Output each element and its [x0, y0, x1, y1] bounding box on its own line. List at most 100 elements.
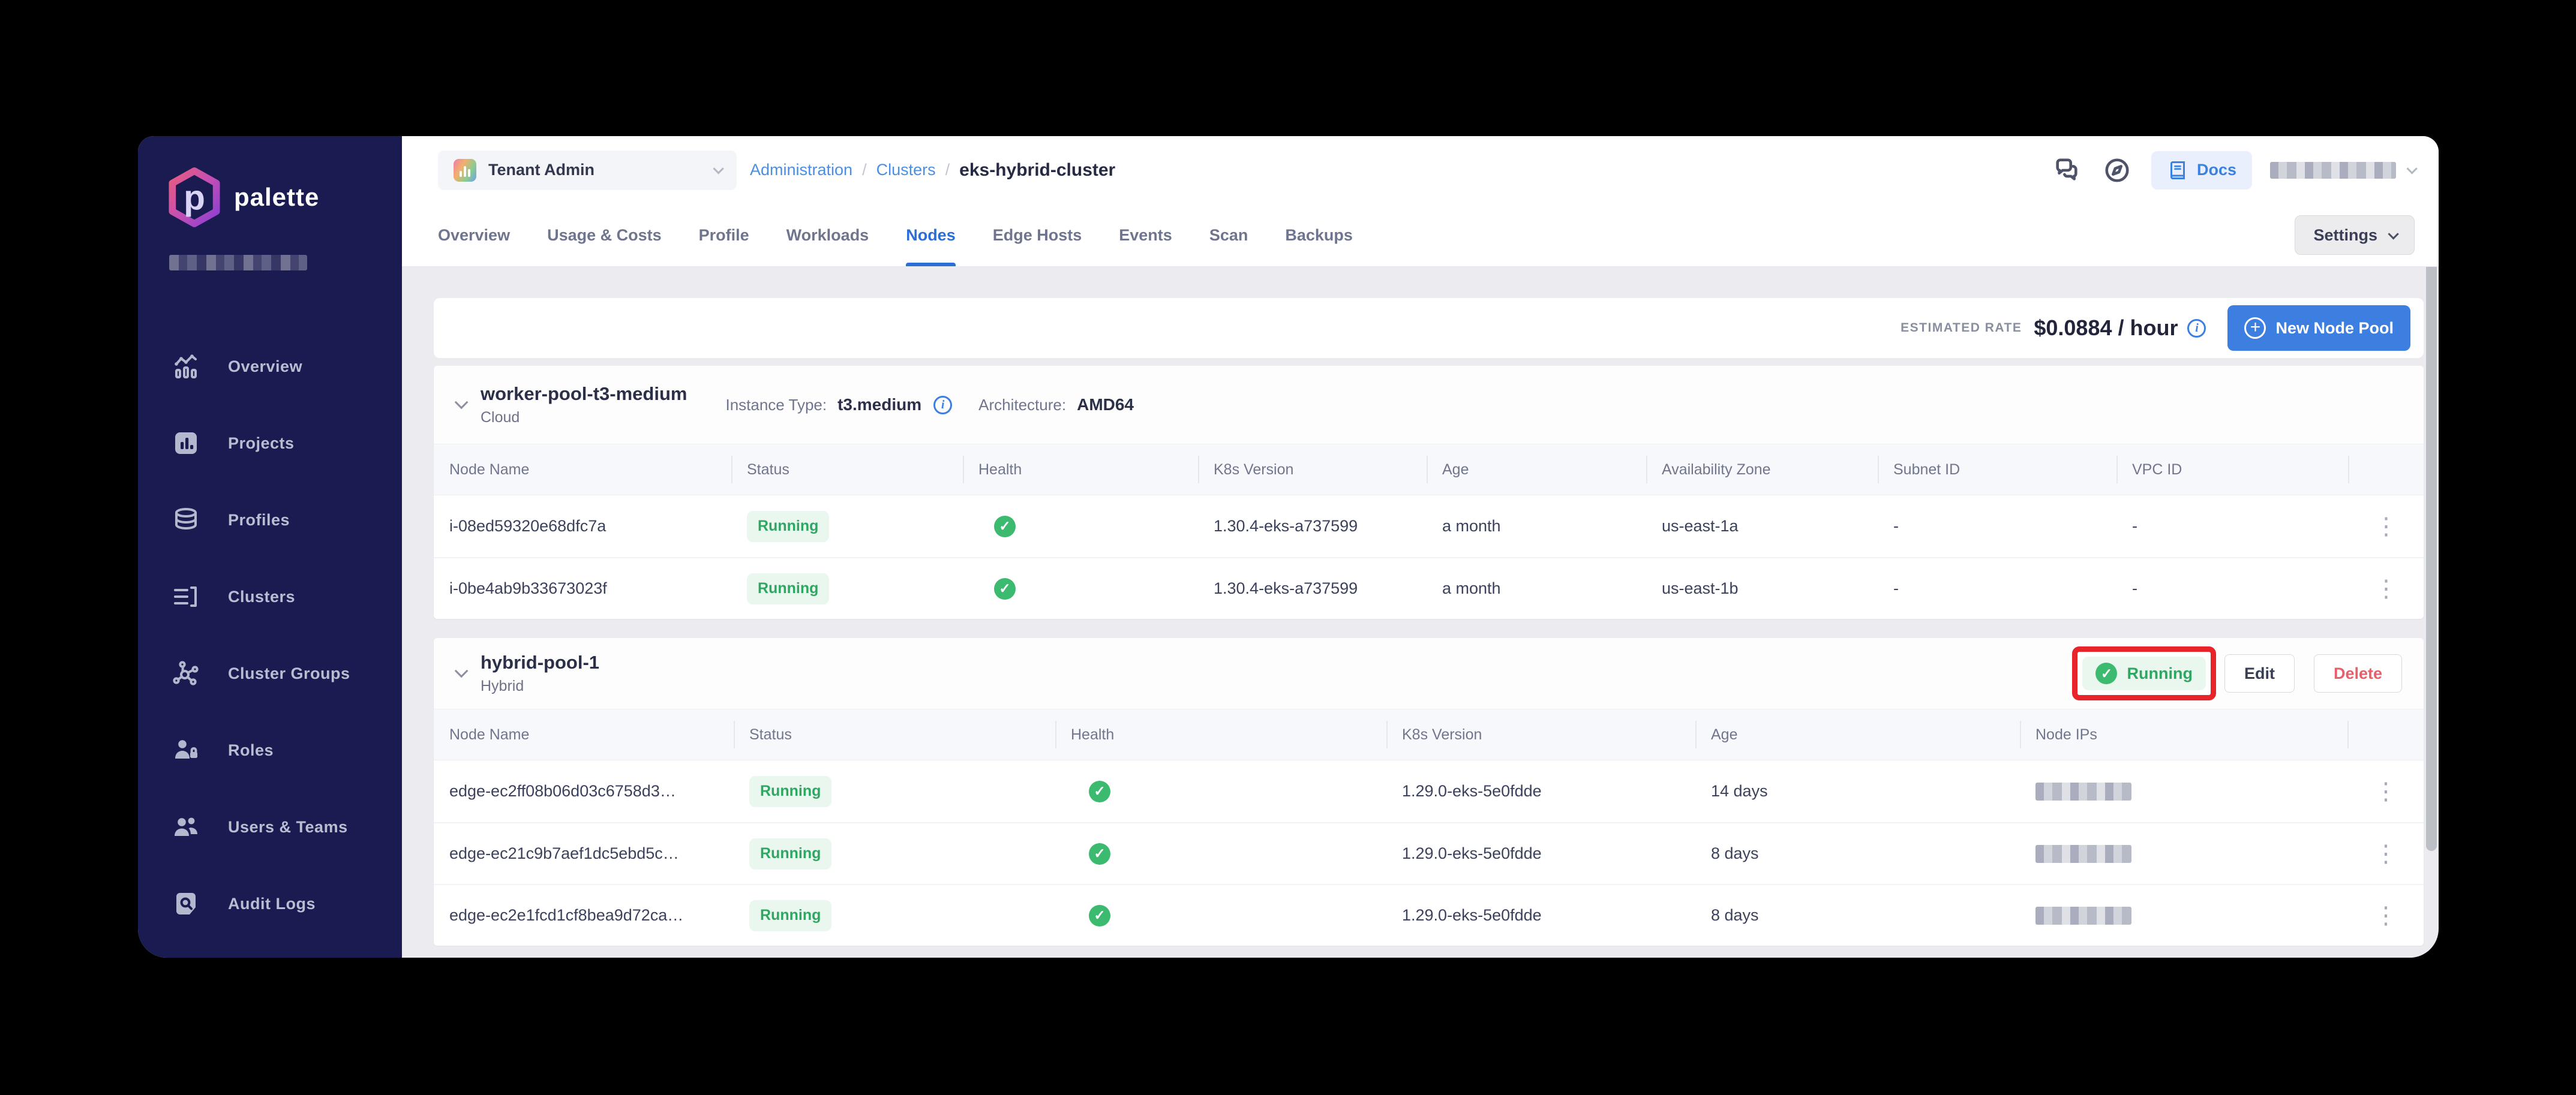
sidebar-item-label: Overview [228, 357, 302, 376]
sidebar-item-users-teams[interactable]: Users & Teams [138, 789, 402, 865]
user-lock-icon [172, 736, 200, 765]
chevron-down-icon [2388, 228, 2398, 239]
sidebar-nav: Overview Projects Profiles Clusters [138, 328, 402, 958]
table-header-row: Node Name Status Health K8s Version Age … [434, 709, 2424, 760]
settings-button[interactable]: Settings [2295, 215, 2415, 255]
age: 14 days [1711, 782, 1768, 801]
sidebar-item-roles[interactable]: Roles [138, 712, 402, 789]
tab-usage-costs[interactable]: Usage & Costs [547, 204, 662, 266]
sidebar-item-label: Users & Teams [228, 818, 348, 837]
row-menu-kebab-icon[interactable] [2347, 885, 2424, 946]
tab-workloads[interactable]: Workloads [786, 204, 869, 266]
tab-edge-hosts[interactable]: Edge Hosts [993, 204, 1082, 266]
line-chart-icon [172, 352, 200, 381]
table-header-row: Node Name Status Health K8s Version Age … [434, 444, 2424, 495]
table-row: i-0be4ab9b33673023f Running 1.30.4-eks-a… [434, 557, 2424, 619]
topbar-right: Docs [2050, 151, 2415, 189]
column-header: Health [963, 444, 1198, 495]
chevron-down-icon [2406, 163, 2417, 174]
column-header-actions [2347, 709, 2424, 760]
sidebar-item-tenant-settings[interactable]: Tenant Settings [138, 942, 402, 958]
sidebar-item-overview[interactable]: Overview [138, 328, 402, 405]
new-node-pool-button[interactable]: + New Node Pool [2227, 305, 2410, 351]
sidebar-item-clusters[interactable]: Clusters [138, 558, 402, 635]
pool-header: hybrid-pool-1 Hybrid Running Edit Delete [434, 638, 2424, 709]
layers-icon [172, 506, 200, 534]
estimated-rate-value: $0.0884 / hour [2034, 315, 2178, 341]
instance-type-label: Instance Type: [725, 396, 827, 414]
doc-search-icon [172, 889, 200, 918]
vertical-scrollbar[interactable] [2426, 267, 2437, 851]
breadcrumb-administration[interactable]: Administration [750, 161, 852, 179]
row-menu-kebab-icon[interactable] [2347, 823, 2424, 884]
sidebar-item-projects[interactable]: Projects [138, 405, 402, 482]
collapse-chevron-icon[interactable] [455, 667, 465, 680]
column-header: Subnet ID [1878, 444, 2116, 495]
node-name: i-08ed59320e68dfc7a [449, 517, 606, 536]
collapse-chevron-icon[interactable] [455, 399, 465, 411]
logo-text: palette [234, 183, 319, 212]
cluster-tabs: Overview Usage & Costs Profile Workloads… [438, 204, 1353, 266]
tab-nodes[interactable]: Nodes [906, 204, 956, 266]
node-name: edge-ec21c9b7aef1dc5ebd5c… [449, 844, 679, 863]
sidebar-item-profiles[interactable]: Profiles [138, 482, 402, 558]
tab-scan[interactable]: Scan [1209, 204, 1248, 266]
redacted-user-name [2270, 162, 2396, 179]
status-badge: Running [749, 900, 831, 931]
sidebar-item-label: Audit Logs [228, 895, 316, 913]
redacted-node-ips [2035, 907, 2131, 925]
users-icon [172, 813, 200, 841]
explore-compass-icon[interactable] [2101, 154, 2133, 186]
sidebar-item-label: Clusters [228, 588, 295, 606]
row-menu-kebab-icon[interactable] [2347, 760, 2424, 822]
subnet-id: - [1893, 579, 1899, 598]
cluster-tabs-bar: Overview Usage & Costs Profile Workloads… [402, 204, 2439, 267]
delete-button[interactable]: Delete [2314, 654, 2402, 693]
sidebar-item-label: Roles [228, 741, 274, 760]
redacted-org-name [169, 255, 307, 270]
column-header: VPC ID [2116, 444, 2348, 495]
healthy-check-icon [1089, 905, 1110, 926]
docs-button[interactable]: Docs [2151, 151, 2252, 189]
redacted-node-ips [2035, 845, 2131, 863]
column-header: Age [1427, 444, 1646, 495]
vpc-id: - [2132, 517, 2137, 536]
plus-circle-icon: + [2244, 317, 2266, 339]
info-icon[interactable]: i [933, 396, 952, 414]
pool-header: worker-pool-t3-medium Cloud Instance Typ… [434, 366, 2424, 444]
age: a month [1442, 579, 1501, 598]
row-menu-kebab-icon[interactable] [2348, 558, 2424, 619]
sidebar-item-cluster-groups[interactable]: Cluster Groups [138, 635, 402, 712]
user-menu[interactable] [2270, 162, 2415, 179]
feedback-chat-icon[interactable] [2050, 154, 2083, 186]
desktop: { "colors": { "sidebar_navy": "#1a1b50",… [0, 0, 2576, 1095]
pool-title-group: worker-pool-t3-medium Cloud [481, 383, 687, 426]
highlight-red-box: Running [2072, 646, 2215, 700]
breadcrumb-clusters[interactable]: Clusters [876, 161, 936, 179]
column-header: Age [1695, 709, 2020, 760]
tab-overview[interactable]: Overview [438, 204, 510, 266]
table-row: edge-ec21c9b7aef1dc5ebd5c… Running 1.29.… [434, 822, 2424, 884]
chevron-down-icon [713, 163, 723, 174]
status-badge: Running [749, 776, 831, 807]
table-row: i-08ed59320e68dfc7a Running 1.30.4-eks-a… [434, 495, 2424, 557]
sidebar-item-audit-logs[interactable]: Audit Logs [138, 865, 402, 942]
architecture-label: Architecture: [978, 396, 1066, 414]
column-header: K8s Version [1386, 709, 1695, 760]
subnet-id: - [1893, 517, 1899, 536]
tab-profile[interactable]: Profile [699, 204, 749, 266]
scope-selector[interactable]: Tenant Admin [438, 151, 737, 190]
table-row: edge-ec2e1fcd1cf8bea9d72ca… Running 1.29… [434, 884, 2424, 946]
column-header: Status [731, 444, 963, 495]
tab-backups[interactable]: Backups [1285, 204, 1353, 266]
tab-events[interactable]: Events [1119, 204, 1172, 266]
age: 8 days [1711, 906, 1759, 925]
sidebar-item-label: Profiles [228, 511, 290, 530]
edit-button[interactable]: Edit [2224, 654, 2295, 693]
palette-logo: p palette [138, 136, 402, 227]
pool-meta: Instance Type: t3.medium i Architecture:… [725, 395, 1134, 414]
status-badge: Running [747, 573, 829, 604]
info-icon[interactable]: i [2187, 319, 2206, 338]
row-menu-kebab-icon[interactable] [2348, 495, 2424, 557]
healthy-check-icon [1089, 781, 1110, 802]
